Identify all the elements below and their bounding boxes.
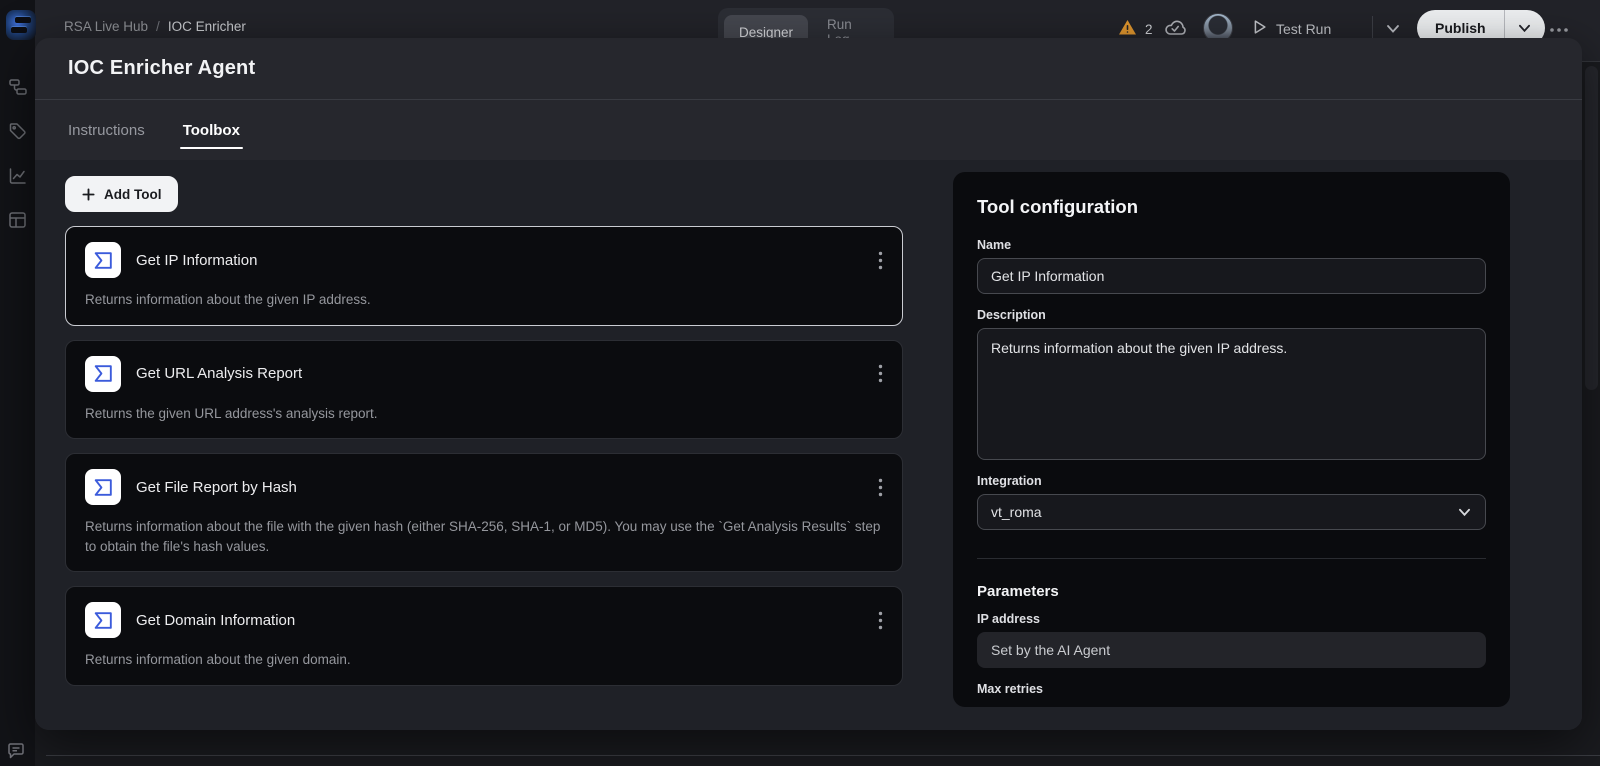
breadcrumb-team[interactable]: RSA Live Hub [64,19,148,34]
transform-step-icon [85,356,121,392]
tools-list: Add Tool Get IP Information Returns info… [65,176,903,686]
transform-step-icon [85,469,121,505]
name-field[interactable] [977,258,1486,294]
kebab-menu-icon[interactable] [878,364,883,383]
tool-description: Returns the given URL address's analysis… [85,404,883,424]
kebab-menu-icon[interactable] [878,611,883,630]
tool-description: Returns information about the given doma… [85,650,883,670]
tool-card[interactable]: Get Domain Information Returns informati… [65,586,903,686]
add-tool-label: Add Tool [104,187,161,202]
page-scrollbar-thumb[interactable] [1585,66,1598,390]
integration-value: vt_roma [991,504,1042,520]
breadcrumb-workflow[interactable]: IOC Enricher [168,19,246,34]
tool-description: Returns information about the given IP a… [85,290,883,310]
kebab-menu-icon[interactable] [878,478,883,497]
config-panel-title: Tool configuration [977,196,1486,218]
warnings-indicator[interactable]: 2 [1118,19,1153,39]
tool-card[interactable]: Get IP Information Returns information a… [65,226,903,326]
warning-count: 2 [1145,22,1153,37]
dialog-title: IOC Enricher Agent [68,57,255,80]
ip-address-label: IP address [977,612,1486,626]
parameters-title: Parameters [977,583,1486,600]
warning-triangle-icon [1118,19,1137,39]
max-retries-label: Max retries [977,682,1486,696]
ellipsis-icon [1548,21,1570,39]
tool-description: Returns information about the file with … [85,517,883,556]
section-divider [977,558,1486,559]
transform-step-icon [85,242,121,278]
tool-card[interactable]: Get URL Analysis Report Returns the give… [65,340,903,440]
sidebar-item-workflows[interactable] [8,78,28,96]
breadcrumb-separator: / [156,19,160,34]
tab-instructions[interactable]: Instructions [68,122,145,139]
tab-toolbox[interactable]: Toolbox [183,122,240,139]
name-label: Name [977,238,1486,252]
tool-name: Get IP Information [136,252,257,269]
plus-icon [82,188,95,201]
app-logo[interactable] [6,10,36,40]
add-tool-button[interactable]: Add Tool [65,176,178,212]
chat-bubble-icon[interactable] [7,742,25,760]
toolbox-panel: Add Tool Get IP Information Returns info… [35,160,1582,730]
logo-glyph [11,27,27,33]
tool-configuration-panel: Tool configuration Name Description Retu… [953,172,1510,707]
publish-button[interactable]: Publish [1417,20,1504,36]
test-run-label: Test Run [1276,21,1331,37]
transform-step-icon [85,602,121,638]
tool-name: Get URL Analysis Report [136,365,302,382]
kebab-menu-icon[interactable] [878,251,883,270]
sidebar-item-templates[interactable] [8,211,28,229]
sidebar-item-tags[interactable] [8,122,28,141]
chevron-down-icon [1457,507,1472,518]
dialog-header: IOC Enricher Agent [35,38,1582,100]
logo-glyph [15,17,31,23]
test-run-button[interactable]: Test Run [1250,18,1331,39]
breadcrumb: RSA Live Hub / IOC Enricher [64,19,246,34]
description-label: Description [977,308,1486,322]
dialog-tabs: Instructions Toolbox [35,100,1582,160]
agent-editor-dialog: IOC Enricher Agent Instructions Toolbox … [35,38,1582,730]
integration-select[interactable]: vt_roma [977,494,1486,530]
play-icon [1250,18,1268,39]
integration-label: Integration [977,474,1486,488]
chevron-down-icon [1517,23,1532,34]
ip-address-value: Set by the AI Agent [991,642,1110,658]
ip-address-field[interactable]: Set by the AI Agent [977,632,1486,668]
sidebar-item-reports[interactable] [8,167,28,185]
tool-card[interactable]: Get File Report by Hash Returns informat… [65,453,903,572]
page-bottom-divider [46,755,1600,756]
publish-options-button[interactable] [1505,23,1545,34]
tool-name: Get File Report by Hash [136,479,297,496]
description-field[interactable]: Returns information about the given IP a… [977,328,1486,460]
overflow-menu-button[interactable] [1548,21,1570,39]
tool-name: Get Domain Information [136,612,295,629]
left-sidebar [0,0,35,766]
